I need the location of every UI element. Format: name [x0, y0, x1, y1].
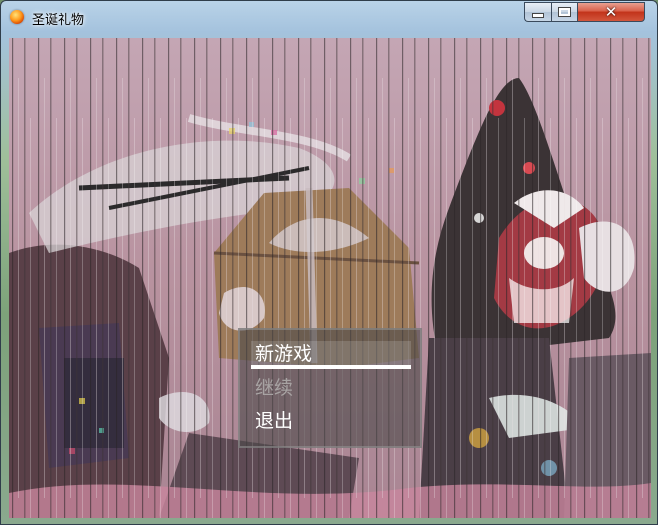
- title-menu: 新游戏 继续 退出: [238, 328, 422, 448]
- menu-item-new-game[interactable]: 新游戏: [255, 341, 312, 367]
- close-icon: ✕: [604, 2, 618, 21]
- maximize-button[interactable]: [551, 2, 577, 22]
- close-button[interactable]: ✕: [577, 2, 645, 22]
- title-bar[interactable]: 圣诞礼物 ✕: [1, 1, 657, 33]
- game-app-icon: [10, 10, 24, 24]
- window-title: 圣诞礼物: [32, 13, 85, 28]
- minimize-button[interactable]: [524, 2, 551, 22]
- menu-item-quit[interactable]: 退出: [255, 408, 293, 434]
- game-window: 圣诞礼物 ✕ 新游戏 继续 退出: [0, 0, 658, 525]
- minimize-icon: [532, 13, 544, 18]
- menu-item-continue[interactable]: 继续: [255, 375, 293, 401]
- maximize-icon: [559, 8, 570, 16]
- game-canvas[interactable]: 新游戏 继续 退出: [9, 38, 651, 518]
